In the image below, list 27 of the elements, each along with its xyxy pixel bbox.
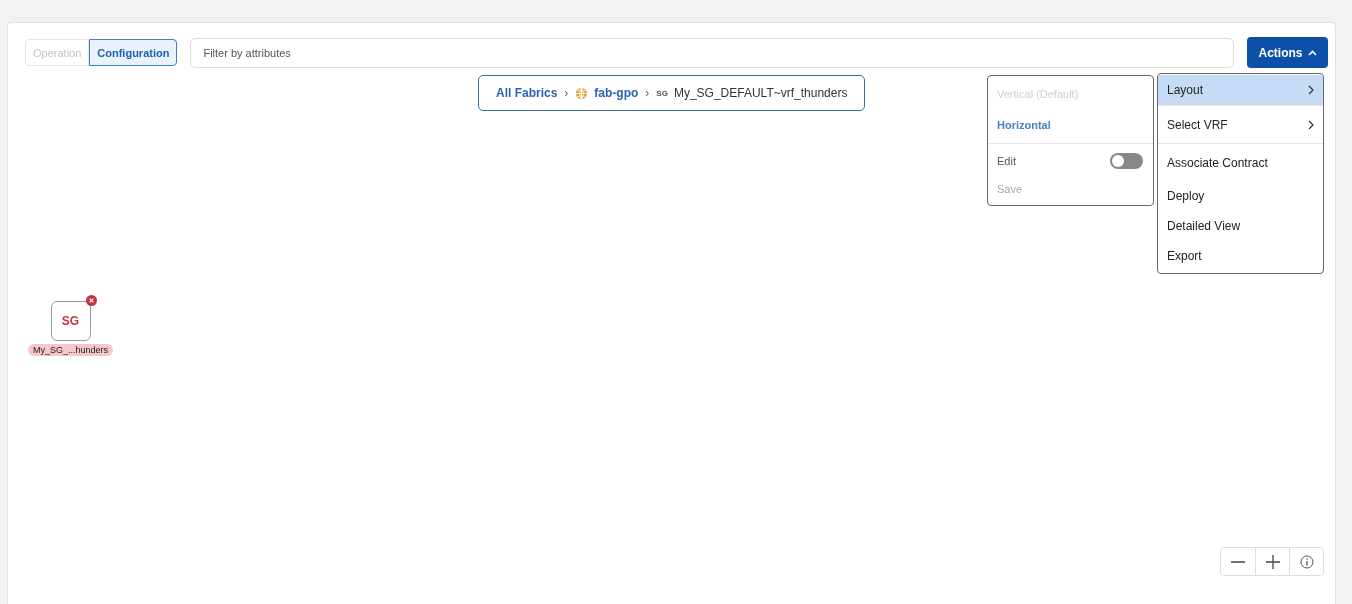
actions-button[interactable]: Actions [1247,37,1328,68]
breadcrumb-link[interactable]: All Fabrics [496,86,558,100]
group-type-text: SG [656,88,668,98]
globe-icon [575,86,589,100]
caret-icon [1307,49,1317,56]
info-icon [1299,554,1314,569]
view-tab[interactable]: Configuration [89,39,178,66]
breadcrumb-link[interactable]: fab-gpo [594,86,639,100]
menu-item[interactable]: Layout [1158,75,1323,105]
info-button[interactable] [1289,548,1323,575]
menu-item[interactable]: Select VRF [1158,105,1323,143]
plus-icon [1265,554,1280,569]
breadcrumb-separator: › [645,86,650,100]
menu-item[interactable]: Detailed View [1158,211,1323,241]
layout-option[interactable]: Horizontal [988,110,1153,141]
edit-label: Edit [997,155,1016,167]
node-tile[interactable]: SG [50,301,91,341]
menu-item[interactable]: Export [1158,241,1323,271]
breadcrumb-current: My_SG_DEFAULT~vrf_thunders [673,86,848,100]
menu-item[interactable]: Associate Contract [1158,143,1323,181]
node-badge-text: SG [61,314,80,328]
minus-icon [1231,560,1245,563]
menu-item[interactable]: Deploy [1158,181,1323,211]
breadcrumb-separator: › [564,86,569,100]
node-label: My_SG_...hunders [28,344,114,356]
edit-toggle[interactable] [1110,153,1143,169]
filter-field[interactable]: Filter by attributes [190,37,1234,68]
